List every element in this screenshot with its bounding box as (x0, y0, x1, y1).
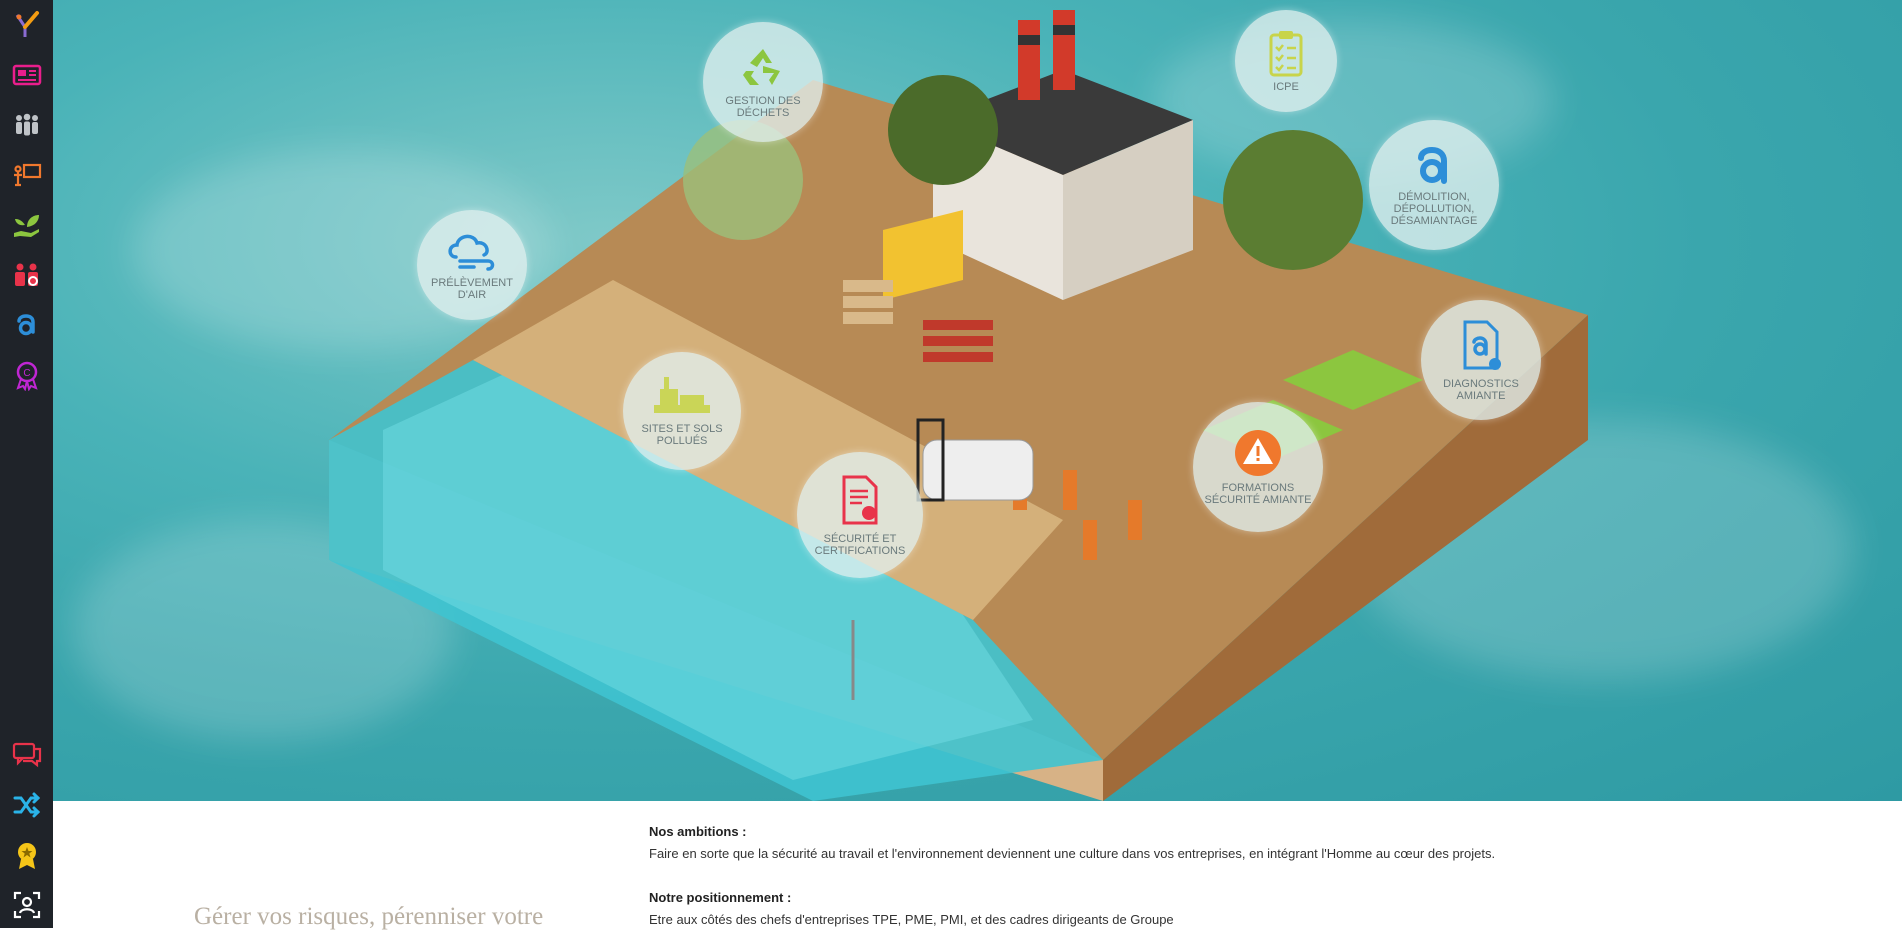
clipboard-check-icon (1269, 31, 1303, 77)
sidebar: C (0, 0, 53, 928)
certification-badge-icon[interactable]: C (8, 356, 45, 393)
presentation-icon[interactable] (8, 156, 45, 193)
bubble-securite-certifications[interactable]: SÉCURITÉ ET CERTIFICATIONS (797, 452, 923, 578)
bubble-gestion-dechets[interactable]: GESTION DES DÉCHETS (703, 22, 823, 142)
award-medal-icon[interactable] (8, 836, 45, 873)
recycle-icon (743, 49, 780, 85)
tagline-heading: Gérer vos risques, pérenniser votre (194, 903, 544, 930)
bubble-label: PRÉLÈVEMENT D'AIR (431, 277, 513, 301)
chat-icon[interactable] (8, 736, 45, 773)
hero-illustration: GESTION DES DÉCHETS ICPE DÉMOLITION, DÉP… (53, 0, 1902, 801)
bubble-label: FORMATIONS SÉCURITÉ AMIANTE (1204, 482, 1312, 506)
safety-group-icon[interactable] (8, 256, 45, 293)
bubble-prelevement-air[interactable]: PRÉLÈVEMENT D'AIR (417, 210, 527, 320)
positionnement-text: Etre aux côtés des chefs d'entreprises T… (649, 912, 1174, 927)
bubble-label: ICPE (1273, 81, 1299, 93)
bubble-diagnostics-amiante[interactable]: DIAGNOSTICS AMIANTE (1421, 300, 1541, 420)
team-icon[interactable] (8, 106, 45, 143)
shuffle-icon[interactable] (8, 786, 45, 823)
bubble-sites-sols-pollues[interactable]: SITES ET SOLS POLLUÉS (623, 352, 741, 470)
cloud-wind-icon (448, 234, 495, 271)
plant-hand-icon[interactable] (8, 206, 45, 243)
positionnement-title: Notre positionnement : (649, 890, 792, 905)
intro-section: Gérer vos risques, pérenniser votre Nos … (53, 801, 1902, 930)
profile-frame-icon[interactable] (8, 886, 45, 923)
bubble-label: DÉMOLITION, DÉPOLLUTION, DÉSAMIANTAGE (1390, 191, 1478, 227)
certificate-icon (842, 475, 878, 525)
ambitions-title: Nos ambitions : (649, 824, 747, 839)
warning-icon (1235, 430, 1281, 476)
asbestos-a-icon (1418, 146, 1447, 184)
logo-icon[interactable] (8, 6, 45, 43)
positionnement-block: Notre positionnement : Etre aux côtés de… (649, 890, 1174, 928)
bubble-label: DIAGNOSTICS AMIANTE (1443, 378, 1519, 402)
document-a-icon (1463, 320, 1501, 370)
isometric-site-illustration (329, 10, 1588, 801)
asbestos-a-icon[interactable] (8, 306, 45, 343)
bubble-label: SÉCURITÉ ET CERTIFICATIONS (814, 533, 906, 557)
industrial-site-icon (654, 377, 710, 413)
bubble-label: GESTION DES DÉCHETS (725, 95, 801, 119)
bubble-icpe[interactable]: ICPE (1235, 10, 1337, 112)
ambitions-text: Faire en sorte que la sécurité au travai… (649, 846, 1496, 861)
ambitions-block: Nos ambitions : Faire en sorte que la sé… (649, 824, 1495, 862)
bubble-formations-securite[interactable]: FORMATIONS SÉCURITÉ AMIANTE (1193, 402, 1323, 532)
svg-text:C: C (23, 368, 30, 379)
bubble-demolition[interactable]: DÉMOLITION, DÉPOLLUTION, DÉSAMIANTAGE (1369, 120, 1499, 250)
bubble-label: SITES ET SOLS POLLUÉS (641, 423, 723, 447)
newspaper-icon[interactable] (8, 56, 45, 93)
